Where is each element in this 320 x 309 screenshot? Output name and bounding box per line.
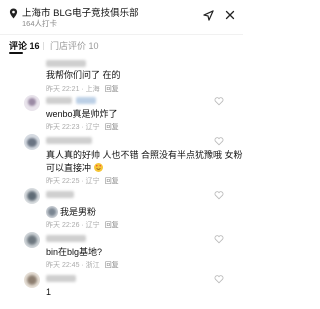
comment-meta: 昨天 22:21 · 上海 回复 <box>46 84 119 94</box>
comment-time: 昨天 22:23 · 辽宁 <box>46 124 100 131</box>
like-icon[interactable] <box>214 234 224 244</box>
comment-text-line2: 可以直接冲 <box>46 163 103 174</box>
tab-bar: 评论 16 门店评价 10 <box>0 36 243 54</box>
location-title[interactable]: 上海市 BLG电子竞技俱乐部 <box>22 5 139 19</box>
navigate-button[interactable] <box>199 6 217 24</box>
checkin-count: 164人打卡 <box>22 19 58 28</box>
reply-avatar <box>46 206 58 218</box>
location-header: 上海市 BLG电子竞技俱乐部 164人打卡 <box>0 0 243 35</box>
location-pin-icon <box>9 8 18 19</box>
comment-text: 我是男粉 <box>60 207 97 217</box>
like-icon[interactable] <box>214 190 224 200</box>
tab-store-reviews[interactable]: 门店评价 10 <box>50 39 99 52</box>
username-blurred[interactable] <box>46 60 86 67</box>
comment-text-continued: 可以直接冲 <box>46 163 92 173</box>
avatar[interactable] <box>24 188 40 204</box>
like-icon[interactable] <box>214 274 224 284</box>
comment-text: 真人真的好帅 人也不错 合照没有半点犹豫哦 女粉 <box>46 150 243 160</box>
avatar[interactable] <box>24 272 40 288</box>
comment-time: 昨天 22:25 · 辽宁 <box>46 178 100 185</box>
username-blurred[interactable] <box>46 97 72 104</box>
comment-text: 我帮你们问了 在的 <box>46 70 121 80</box>
username-badge-blurred <box>76 97 96 104</box>
username-blurred[interactable] <box>46 275 76 282</box>
reply-button[interactable]: 回复 <box>105 124 119 131</box>
like-icon[interactable] <box>214 96 224 106</box>
navigation-arrow-icon <box>202 9 214 21</box>
close-button[interactable] <box>221 6 239 24</box>
comment-meta: 昨天 22:45 · 浙江 回复 <box>46 260 119 270</box>
username-blurred[interactable] <box>46 235 86 242</box>
comment-time: 昨天 22:21 · 上海 <box>46 86 100 93</box>
comment-text: wenbo真是帅炸了 <box>46 109 118 119</box>
comment-meta: 昨天 22:25 · 辽宁 回复 <box>46 176 119 186</box>
reply-button[interactable]: 回复 <box>105 178 119 185</box>
username-blurred[interactable] <box>46 137 92 144</box>
comment-text: bin在blg基地? <box>46 247 103 257</box>
reply-button[interactable]: 回复 <box>105 86 119 93</box>
like-icon[interactable] <box>214 136 224 146</box>
reply-button[interactable]: 回复 <box>105 222 119 229</box>
avatar[interactable] <box>24 95 40 111</box>
avatar[interactable] <box>24 232 40 248</box>
comment-text: 1 <box>46 287 52 297</box>
tab-active-indicator <box>9 52 23 54</box>
comment-time: 昨天 22:26 · 辽宁 <box>46 222 100 229</box>
heart-eyes-emoji-icon <box>93 163 103 172</box>
username-blurred[interactable] <box>46 191 74 198</box>
comment-meta: 昨天 22:23 · 辽宁 回复 <box>46 122 119 132</box>
comment-time: 昨天 22:45 · 浙江 <box>46 262 100 269</box>
comment-meta: 昨天 22:26 · 辽宁 回复 <box>46 220 119 230</box>
tab-divider <box>43 42 44 50</box>
close-icon <box>225 10 235 20</box>
tab-comments[interactable]: 评论 16 <box>9 39 40 52</box>
reply-button[interactable]: 回复 <box>105 262 119 269</box>
avatar[interactable] <box>24 134 40 150</box>
